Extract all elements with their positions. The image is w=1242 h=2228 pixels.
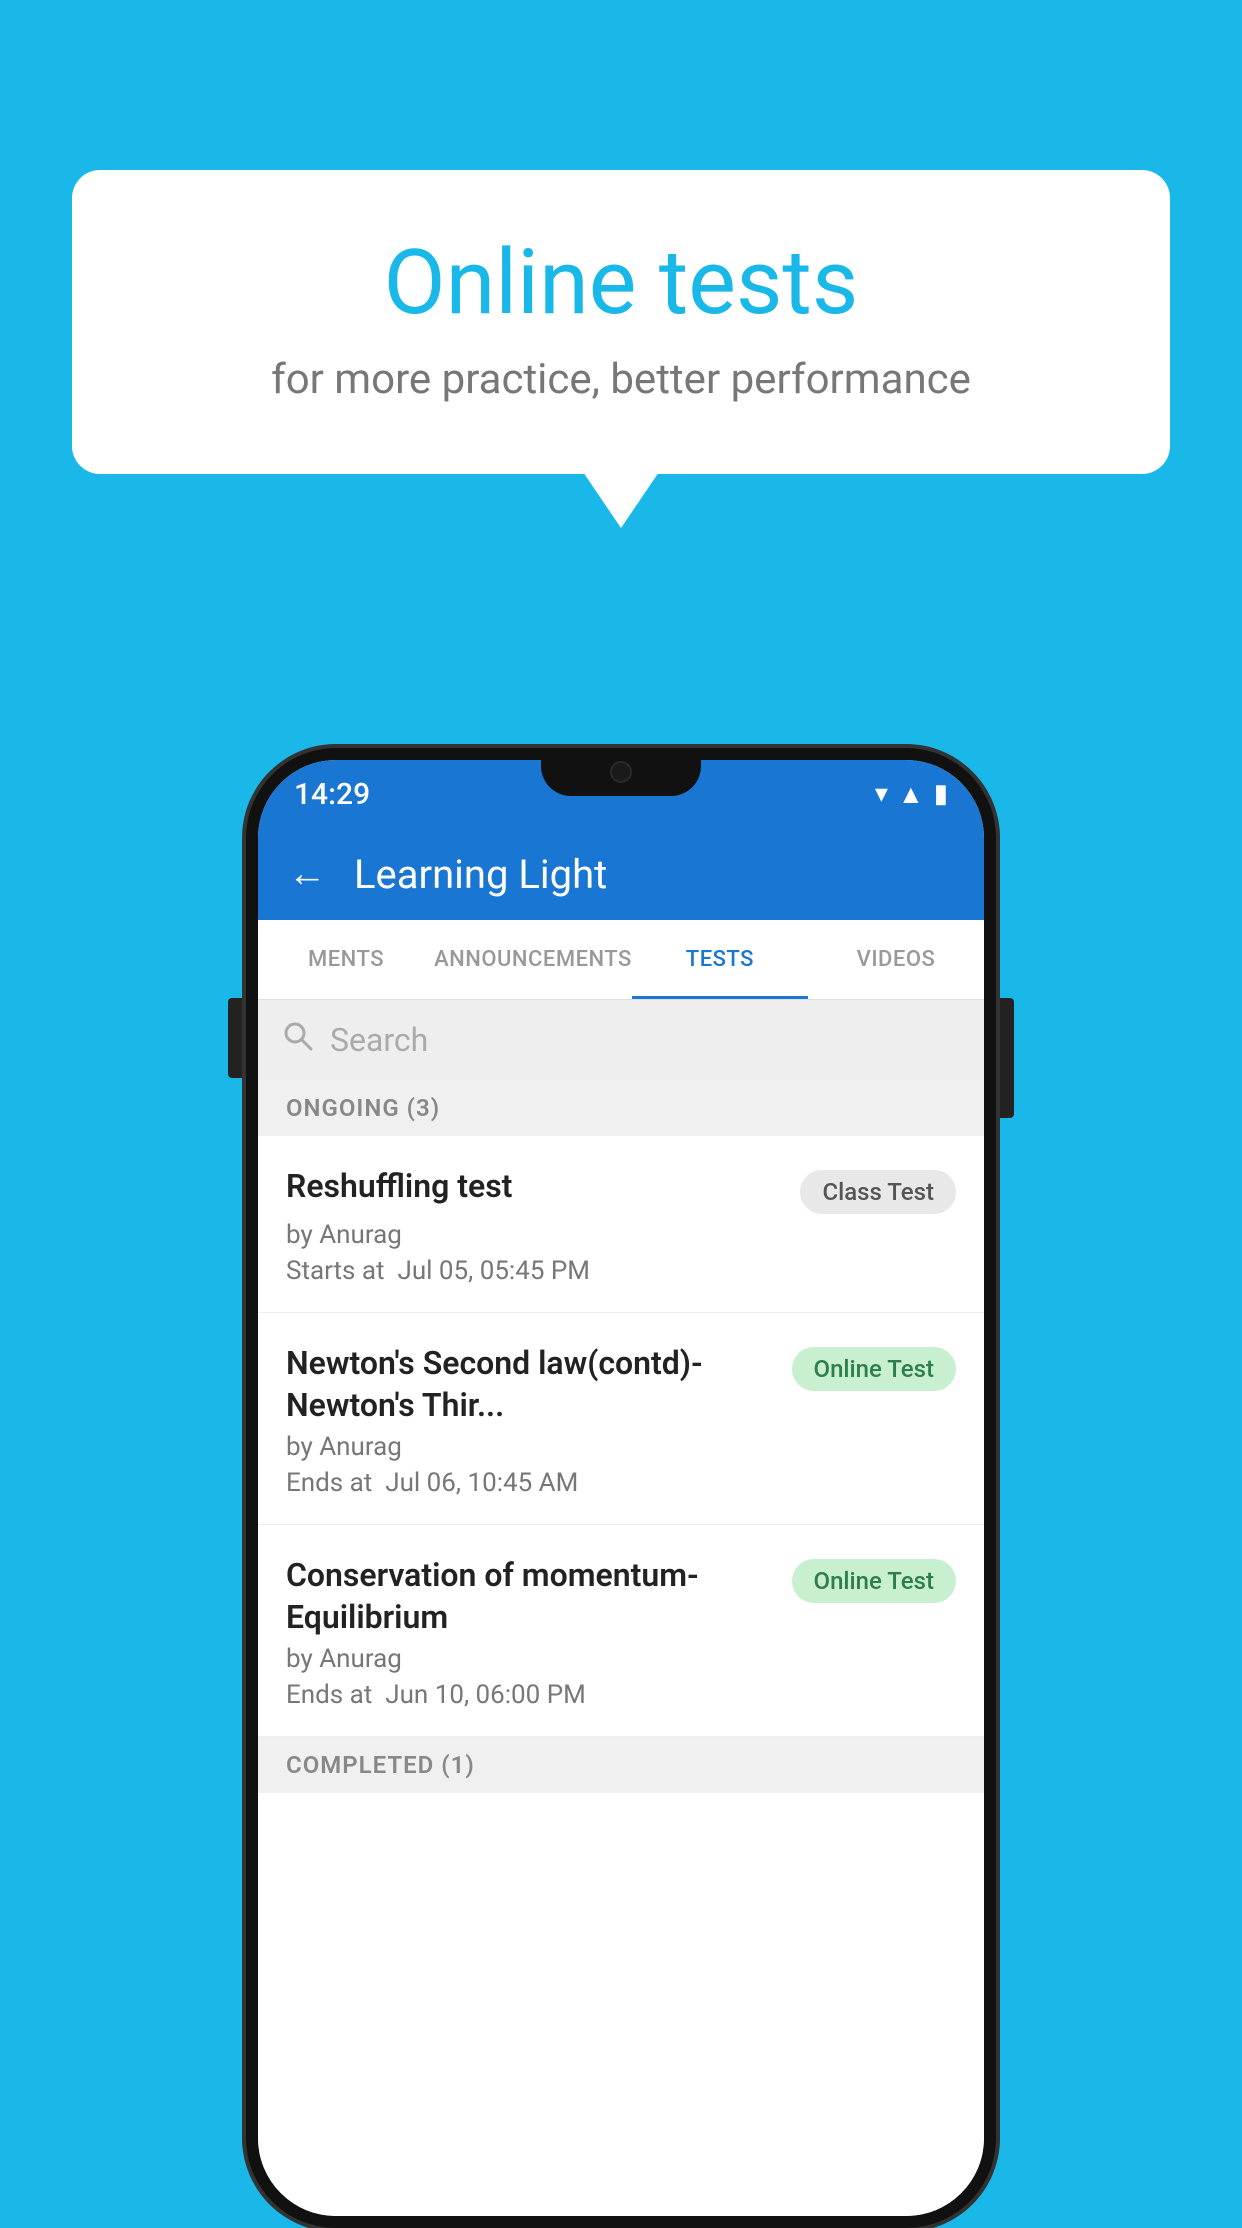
battery-icon: ▮ (934, 779, 948, 809)
search-bar[interactable]: Search (258, 1000, 984, 1080)
tab-ments[interactable]: MENTS (258, 920, 434, 999)
search-placeholder: Search (330, 1021, 428, 1059)
test-name-1: Reshuffling test (286, 1166, 784, 1208)
phone-screen: 14:29 ▾ ▲ ▮ ← Learning Light MENTS ANNOU… (258, 760, 984, 2216)
tab-announcements[interactable]: ANNOUNCEMENTS (434, 920, 632, 999)
app-title: Learning Light (354, 851, 607, 898)
phone-mockup: 14:29 ▾ ▲ ▮ ← Learning Light MENTS ANNOU… (246, 748, 996, 2228)
search-icon (282, 1019, 314, 1061)
test-item-1[interactable]: Reshuffling test Class Test by Anurag St… (258, 1136, 984, 1313)
test-meta-2: by Anurag (286, 1432, 956, 1462)
test-item-2[interactable]: Newton's Second law(contd)-Newton's Thir… (258, 1313, 984, 1525)
tab-videos[interactable]: VIDEOS (808, 920, 984, 999)
app-bar: ← Learning Light (258, 828, 984, 920)
test-name-2: Newton's Second law(contd)-Newton's Thir… (286, 1343, 776, 1426)
phone-shell: 14:29 ▾ ▲ ▮ ← Learning Light MENTS ANNOU… (246, 748, 996, 2228)
tab-tests[interactable]: TESTS (632, 920, 808, 999)
test-name-3: Conservation of momentum-Equilibrium (286, 1555, 776, 1638)
test-item-1-row: Reshuffling test Class Test (286, 1166, 956, 1214)
test-badge-1: Class Test (800, 1170, 956, 1214)
test-date-3: Ends at Jun 10, 06:00 PM (286, 1680, 956, 1710)
ongoing-section-header: ONGOING (3) (258, 1080, 984, 1136)
speech-bubble-subtitle: for more practice, better performance (152, 355, 1090, 404)
speech-bubble-container: Online tests for more practice, better p… (72, 170, 1170, 474)
test-date-1: Starts at Jul 05, 05:45 PM (286, 1256, 956, 1286)
tab-bar: MENTS ANNOUNCEMENTS TESTS VIDEOS (258, 920, 984, 1000)
test-badge-3: Online Test (792, 1559, 956, 1603)
test-item-3[interactable]: Conservation of momentum-Equilibrium Onl… (258, 1525, 984, 1737)
test-item-2-row: Newton's Second law(contd)-Newton's Thir… (286, 1343, 956, 1426)
status-icons: ▾ ▲ ▮ (875, 779, 948, 810)
test-meta-1: by Anurag (286, 1220, 956, 1250)
status-time: 14:29 (294, 777, 370, 812)
back-button[interactable]: ← (288, 852, 326, 896)
wifi-icon: ▾ (875, 779, 888, 809)
signal-icon: ▲ (898, 779, 924, 810)
test-list: Reshuffling test Class Test by Anurag St… (258, 1136, 984, 2216)
phone-notch (541, 748, 701, 796)
test-date-2: Ends at Jul 06, 10:45 AM (286, 1468, 956, 1498)
speech-bubble-title: Online tests (152, 230, 1090, 335)
speech-bubble: Online tests for more practice, better p… (72, 170, 1170, 474)
completed-label: COMPLETED (1) (286, 1751, 475, 1779)
test-badge-2: Online Test (792, 1347, 956, 1391)
test-meta-3: by Anurag (286, 1644, 956, 1674)
test-item-3-row: Conservation of momentum-Equilibrium Onl… (286, 1555, 956, 1638)
completed-section-header: COMPLETED (1) (258, 1737, 984, 1793)
ongoing-label: ONGOING (3) (286, 1094, 440, 1122)
camera (610, 761, 632, 783)
